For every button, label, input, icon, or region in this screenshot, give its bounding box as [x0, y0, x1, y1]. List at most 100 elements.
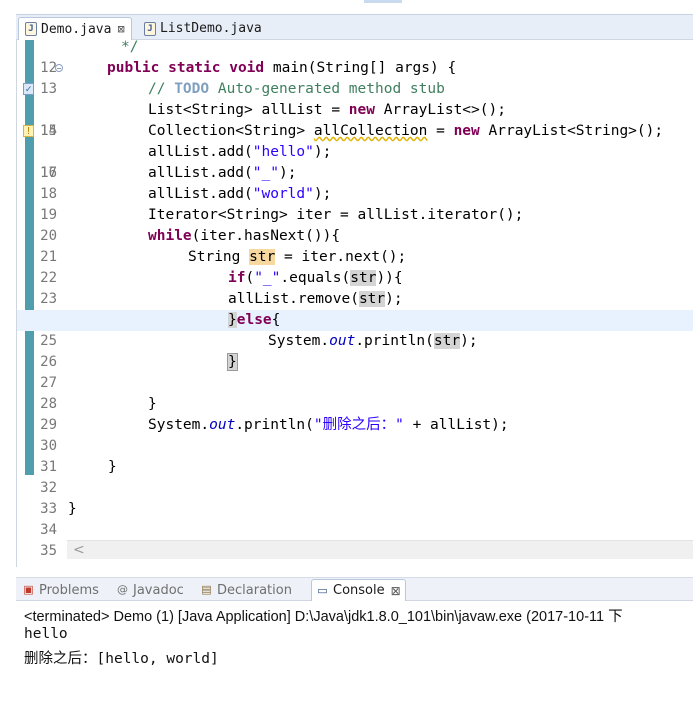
code-text: }	[68, 499, 77, 520]
tab-problems[interactable]: ▣ Problems	[18, 579, 103, 601]
code-text: }	[108, 457, 117, 478]
code-fragment: ArrayList<String>();	[479, 123, 664, 139]
code-line-26: 26 System.out.println(str);	[17, 331, 693, 370]
window-top-strip	[0, 0, 693, 14]
tab-demo-java[interactable]: J Demo.java ⊠	[18, 17, 132, 40]
problems-icon: ▣	[23, 583, 34, 596]
code-fragment: String	[188, 249, 250, 265]
code-fragment: );	[278, 165, 297, 181]
tab-declaration[interactable]: ▤ Declaration	[196, 579, 296, 601]
console-output[interactable]: <terminated> Demo (1) [Java Application]…	[16, 601, 693, 725]
code-editor[interactable]: 12 */ 13 − public static void main(Strin…	[16, 40, 693, 567]
tab-label: Javadoc	[133, 582, 184, 598]
keyword-text: new	[348, 102, 375, 118]
code-fragment: .println(	[355, 333, 434, 349]
code-line-22: 22 String str = iter.next();	[17, 247, 693, 286]
close-icon[interactable]: ⊠	[391, 584, 401, 598]
warning-marker-icon[interactable]: !	[23, 125, 34, 137]
code-line-19: 19 allList.add("world");	[17, 184, 693, 223]
code-fragment: {	[271, 312, 281, 328]
console-output-line: hello	[24, 626, 68, 642]
editor-tab-bar: J Demo.java ⊠ J ListDemo.java	[16, 14, 693, 40]
scroll-left-icon[interactable]: <	[73, 541, 85, 559]
code-fragment: =	[427, 123, 454, 139]
code-fragment: main(String[] args) {	[264, 60, 457, 76]
code-line-13: 13 − public static void main(String[] ar…	[17, 58, 693, 97]
declaration-icon: ▤	[201, 583, 212, 596]
code-text: if("_".equals(str)){	[228, 268, 403, 289]
code-line-15: 15 List<String> allList = new ArrayList<…	[17, 100, 693, 139]
horizontal-scrollbar[interactable]: <	[67, 540, 693, 559]
code-fragment: System.	[148, 417, 210, 433]
top-indicator	[364, 0, 402, 3]
code-line-35: 35	[17, 520, 693, 559]
code-line-33: 33	[17, 478, 693, 517]
code-text: */	[69, 40, 138, 58]
tab-listdemo-java[interactable]: J ListDemo.java	[138, 17, 268, 40]
javadoc-icon: @	[117, 583, 128, 596]
static-field: out	[209, 417, 236, 433]
fold-collapse-icon[interactable]: −	[55, 64, 63, 73]
code-text: allList.remove(str);	[228, 289, 403, 310]
code-line-12: 12 */	[17, 40, 693, 76]
code-text: Iterator<String> iter = allList.iterator…	[148, 205, 523, 226]
keyword-text: new	[453, 123, 480, 139]
code-text: System.out.println(str);	[268, 331, 478, 352]
variable-occurrence: str	[350, 270, 377, 286]
code-fragment: }	[68, 501, 77, 517]
close-icon[interactable]: ⊠	[117, 22, 124, 36]
code-text: }	[227, 352, 238, 373]
code-line-20: 20 Iterator<String> iter = allList.itera…	[17, 205, 693, 244]
code-fragment: )){	[376, 270, 403, 286]
code-fragment: }	[108, 459, 117, 475]
tab-label: Demo.java	[41, 21, 112, 37]
code-fragment: .equals(	[280, 270, 351, 286]
terminated-status: <terminated> Demo (1) [Java Application]…	[24, 609, 623, 625]
comment-text: Auto-generated method stub	[209, 81, 445, 97]
code-line-28: 28	[17, 373, 693, 412]
matching-bracket: }	[227, 353, 238, 371]
console-icon: ▭	[317, 583, 328, 597]
code-fragment: Iterator<String> iter = allList.iterator…	[148, 207, 524, 223]
code-text: }	[148, 394, 157, 415]
unused-variable: allCollection	[313, 123, 428, 139]
code-fragment: }	[148, 396, 157, 412]
code-fragment: (iter.hasNext()){	[191, 228, 341, 244]
task-marker-icon[interactable]: ✓	[23, 83, 34, 95]
string-literal: "_"	[252, 165, 279, 181]
java-file-icon: J	[25, 22, 37, 36]
code-line-32: 32 }	[17, 457, 693, 496]
code-fragment: .println(	[235, 417, 314, 433]
todo-tag: TODO	[174, 81, 210, 97]
tab-javadoc[interactable]: @ Javadoc	[112, 579, 188, 601]
code-fragment: );	[385, 291, 403, 307]
code-text: String str = iter.next();	[188, 247, 406, 268]
keyword-text: if	[228, 270, 246, 286]
code-fragment: + allList);	[403, 417, 509, 433]
code-fragment: System.	[268, 333, 330, 349]
code-line-16: ! 16 Collection<String> allCollection = …	[17, 121, 693, 181]
code-fragment: (	[245, 270, 255, 286]
tab-label: ListDemo.java	[160, 21, 262, 36]
code-line-14: ✓ 14 // TODO Auto-generated method stub	[17, 79, 693, 139]
code-line-17: 17 allList.add("hello");	[17, 142, 693, 181]
code-fragment: allList.add(	[148, 165, 253, 181]
code-text: public static void main(String[] args) {	[107, 58, 456, 79]
code-line-29: 29 }	[17, 394, 693, 433]
code-line-27: 27 }	[17, 352, 693, 391]
code-line-23: 23 if("_".equals(str)){	[17, 268, 693, 307]
code-fragment: ArrayList<>();	[375, 102, 506, 118]
static-field: out	[329, 333, 356, 349]
keyword-text: else	[236, 312, 272, 328]
code-line-25-current: 25 }else{	[17, 310, 693, 349]
code-fragment: allList.add(	[148, 186, 253, 202]
string-literal: "hello"	[252, 144, 314, 160]
code-text: while(iter.hasNext()){	[148, 226, 340, 247]
code-line-21: 21 while(iter.hasNext()){	[17, 226, 693, 265]
tab-console[interactable]: ▭ Console ⊠	[311, 579, 406, 601]
tab-label: Declaration	[217, 582, 292, 598]
string-literal: "world"	[252, 186, 314, 202]
code-line-18: 18 allList.add("_");	[17, 163, 693, 202]
variable-occurrence: str	[358, 291, 386, 307]
variable-occurrence: str	[249, 249, 276, 265]
